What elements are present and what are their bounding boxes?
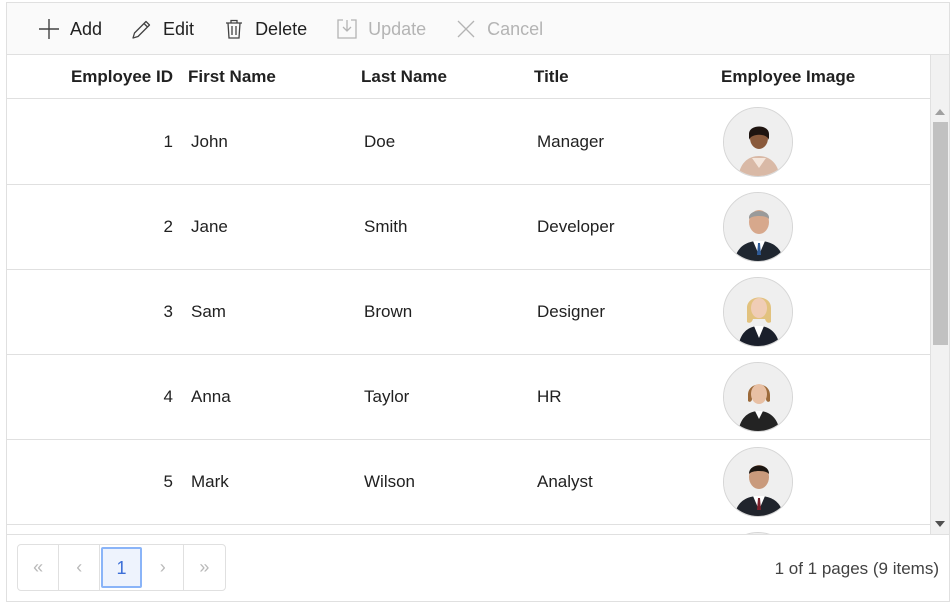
employee-id-cell: 3 <box>163 302 173 321</box>
first-name-cell: Sam <box>191 302 226 321</box>
title-cell: Designer <box>537 302 606 321</box>
employee-photo-woman-icon <box>723 107 793 177</box>
employee-photo-man-icon <box>723 447 793 517</box>
vertical-scrollbar[interactable] <box>930 55 949 534</box>
scroll-up-arrow-icon[interactable] <box>935 109 945 115</box>
last-name-cell: Wilson <box>364 472 416 491</box>
save-icon <box>337 18 357 39</box>
grid-header: Employee ID First Name Last Name Title E… <box>7 55 930 99</box>
cancel-button[interactable]: Cancel <box>444 11 553 47</box>
scrollbar-thumb[interactable] <box>933 122 948 345</box>
cancel-label: Cancel <box>487 18 544 39</box>
table-row[interactable]: 2 Jane Smith Developer <box>7 185 930 270</box>
first-name-cell: Anna <box>191 387 231 406</box>
update-label: Update <box>368 18 427 39</box>
pager-info: 1 of 1 pages (9 items) <box>774 559 939 578</box>
update-button[interactable]: Update <box>325 11 436 47</box>
column-header-employee-image[interactable]: Employee Image <box>721 55 855 99</box>
employee-photo-woman-icon <box>723 277 793 347</box>
table-row[interactable]: 3 Sam Brown Designer <box>7 270 930 355</box>
delete-label: Delete <box>255 18 308 39</box>
close-icon <box>457 20 475 37</box>
title-cell: HR <box>537 387 562 406</box>
last-name-cell: Taylor <box>364 387 410 406</box>
employee-id-cell: 1 <box>163 132 173 151</box>
edit-label: Edit <box>163 18 195 39</box>
column-header-title[interactable]: Title <box>534 55 569 99</box>
employee-id-cell: 4 <box>163 387 173 406</box>
edit-button[interactable]: Edit <box>120 11 204 47</box>
delete-button[interactable]: Delete <box>212 11 317 47</box>
column-header-first-name[interactable]: First Name <box>188 55 276 99</box>
pencil-icon <box>132 20 151 39</box>
title-cell: Developer <box>537 217 615 236</box>
employee-id-cell: 5 <box>163 472 173 491</box>
employee-id-cell: 2 <box>163 217 173 236</box>
first-name-cell: Mark <box>191 472 229 491</box>
last-name-cell: Brown <box>364 302 413 321</box>
table-row[interactable]: 5 Mark Wilson Analyst <box>7 440 930 525</box>
first-name-cell: Jane <box>191 217 228 236</box>
pager-buttons: « ‹ 1 › » <box>17 544 226 591</box>
last-name-cell: Smith <box>364 217 408 236</box>
grid-toolbar: Add Edit Delete Update Cancel <box>7 3 949 55</box>
employee-grid: Add Edit Delete Update Cancel Employee I… <box>6 2 950 602</box>
add-label: Add <box>70 18 103 39</box>
trash-icon <box>226 19 243 39</box>
first-page-button[interactable]: « <box>18 545 60 590</box>
scroll-down-arrow-icon[interactable] <box>935 521 945 527</box>
next-page-button[interactable]: › <box>143 545 184 590</box>
table-row[interactable] <box>7 525 930 534</box>
column-header-employee-id[interactable]: Employee ID <box>7 55 173 99</box>
employee-photo-man-icon <box>723 192 793 262</box>
title-cell: Analyst <box>537 472 593 491</box>
plus-icon <box>39 18 59 39</box>
grid-pager: « ‹ 1 › » 1 of 1 pages (9 items) <box>7 534 949 601</box>
table-row[interactable]: 1 John Doe Manager <box>7 100 930 185</box>
page-1-button[interactable]: 1 <box>101 547 142 588</box>
previous-page-button[interactable]: ‹ <box>59 545 101 590</box>
column-header-last-name[interactable]: Last Name <box>361 55 447 99</box>
title-cell: Manager <box>537 132 605 151</box>
last-name-cell: Doe <box>364 132 396 151</box>
last-page-button[interactable]: » <box>184 545 225 590</box>
employee-photo-woman-icon <box>723 362 793 432</box>
first-name-cell: John <box>191 132 228 151</box>
add-button[interactable]: Add <box>27 11 112 47</box>
table-row[interactable]: 4 Anna Taylor HR <box>7 355 930 440</box>
grid-content: 1 John Doe Manager 2 Jane Smith Develope… <box>7 100 930 534</box>
